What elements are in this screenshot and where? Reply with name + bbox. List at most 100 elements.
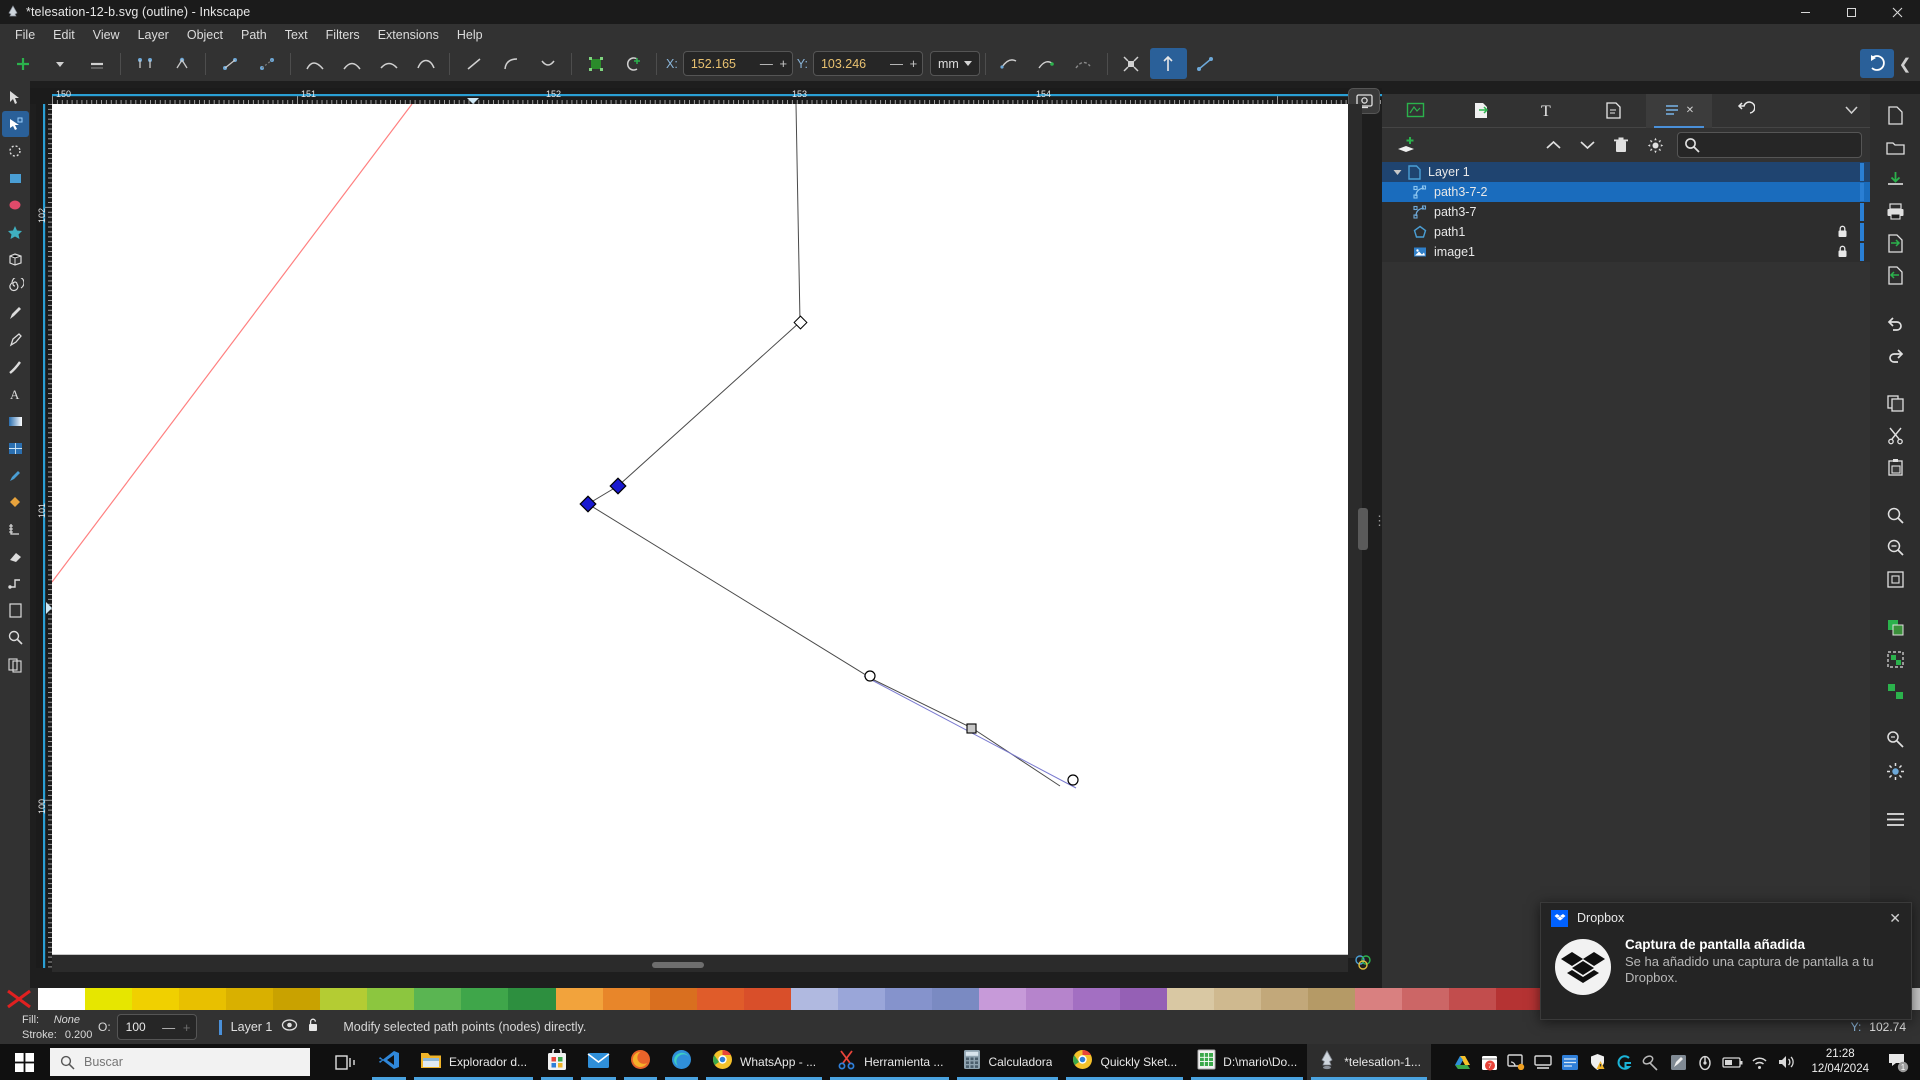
canvas-area[interactable]: [52, 104, 1348, 968]
palette-swatch[interactable]: [790, 988, 838, 1010]
delete-node-button[interactable]: [78, 48, 115, 79]
palette-swatch[interactable]: [273, 988, 321, 1010]
dock-overflow-chevron-icon[interactable]: [1778, 106, 1870, 115]
start-button[interactable]: [0, 1044, 48, 1080]
calendar-icon[interactable]: 7: [1477, 1044, 1501, 1080]
tab-text[interactable]: T: [1514, 94, 1580, 128]
lock-icon[interactable]: [1837, 245, 1848, 263]
menu-text[interactable]: Text: [276, 25, 317, 45]
palette-swatch[interactable]: [1308, 988, 1356, 1010]
tab-export[interactable]: [1448, 94, 1514, 128]
palette-swatch[interactable]: [1261, 988, 1309, 1010]
calligraphy-tool[interactable]: [2, 354, 29, 380]
tab-undo-history[interactable]: [1712, 94, 1778, 128]
menu-edit[interactable]: Edit: [44, 25, 84, 45]
display-icon[interactable]: [1531, 1044, 1555, 1080]
opacity-input[interactable]: [117, 1020, 160, 1034]
volume-icon[interactable]: [1774, 1044, 1798, 1080]
palette-swatch[interactable]: [1167, 988, 1215, 1010]
palette-swatch[interactable]: [38, 988, 86, 1010]
hscroll-thumb[interactable]: [652, 962, 704, 968]
notification-center-button[interactable]: 1: [1882, 1044, 1914, 1080]
opacity-spinbox[interactable]: — +: [116, 1014, 197, 1040]
close-button[interactable]: [1874, 0, 1920, 24]
delete-button[interactable]: [1605, 131, 1637, 159]
taskbar-search-input[interactable]: [84, 1055, 300, 1069]
gear-icon[interactable]: [1639, 131, 1671, 159]
palette-swatch[interactable]: [1214, 988, 1262, 1010]
tab-xml-editor[interactable]: [1580, 94, 1646, 128]
lock-icon[interactable]: [1837, 225, 1848, 243]
taskbar-app-edge[interactable]: [661, 1044, 702, 1080]
vertical-ruler[interactable]: 102 101 100: [36, 104, 52, 968]
show-path-outline-button[interactable]: [614, 48, 651, 79]
node-type-symmetric-button[interactable]: [370, 48, 407, 79]
palette-swatch[interactable]: [226, 988, 274, 1010]
save-document-icon[interactable]: [1878, 164, 1912, 194]
chevron-down-icon[interactable]: [1390, 169, 1404, 176]
task-view-button[interactable]: [324, 1044, 368, 1080]
menu-path[interactable]: Path: [232, 25, 276, 45]
collapse-toolbar-icon[interactable]: ❮: [1894, 49, 1916, 78]
palette-swatch[interactable]: [367, 988, 415, 1010]
measure-tool[interactable]: [2, 516, 29, 542]
hamburger-menu-icon[interactable]: [1878, 804, 1912, 834]
y-spinbox[interactable]: — +: [812, 51, 923, 76]
taskbar-search-box[interactable]: [50, 1048, 310, 1076]
palette-swatch[interactable]: [649, 988, 697, 1010]
palette-swatch[interactable]: [602, 988, 650, 1010]
mouse-settings-icon[interactable]: [1693, 1044, 1717, 1080]
object-row-path1[interactable]: path1: [1382, 222, 1870, 242]
palette-swatch[interactable]: [85, 988, 133, 1010]
cms-toggle-button[interactable]: [1348, 948, 1378, 976]
snap-toggle-button[interactable]: [1860, 49, 1894, 78]
text-tool[interactable]: A: [2, 381, 29, 407]
x-input[interactable]: [683, 56, 758, 71]
palette-swatch[interactable]: [1120, 988, 1168, 1010]
add-layer-button[interactable]: [1390, 131, 1422, 159]
units-dropdown[interactable]: mm: [929, 51, 980, 76]
palette-none-swatch[interactable]: [0, 988, 38, 1010]
palette-swatch[interactable]: [978, 988, 1026, 1010]
menu-extensions[interactable]: Extensions: [369, 25, 448, 45]
redo-icon[interactable]: [1878, 340, 1912, 370]
google-drive-icon[interactable]: [1450, 1044, 1474, 1080]
objects-list[interactable]: Layer 1 path3-7-2 path3-7 path1 image1: [1382, 162, 1870, 262]
layer-lock-toggle[interactable]: [307, 1017, 321, 1037]
palette-swatch[interactable]: [508, 988, 556, 1010]
taskbar-app-mail[interactable]: [577, 1044, 620, 1080]
zoom-page-icon[interactable]: [1878, 564, 1912, 594]
ungroup-icon[interactable]: [1878, 676, 1912, 706]
duplicate-icon[interactable]: [1878, 612, 1912, 642]
object-row-image1[interactable]: image1: [1382, 242, 1870, 262]
insert-node-options-button[interactable]: [41, 48, 78, 79]
palette-swatch[interactable]: [132, 988, 180, 1010]
3dbox-tool[interactable]: [2, 246, 29, 272]
group-icon[interactable]: [1878, 644, 1912, 674]
satellite-icon[interactable]: [1639, 1044, 1663, 1080]
stroke-line[interactable]: Stroke: 0.200: [22, 1027, 92, 1042]
selector-tool[interactable]: [2, 84, 29, 110]
taskbar-app-explorer[interactable]: Explorador d...: [410, 1044, 537, 1080]
object-to-path-button[interactable]: [577, 48, 614, 79]
move-down-button[interactable]: [1571, 131, 1603, 159]
palette-swatch[interactable]: [931, 988, 979, 1010]
taskbar-app-libreoffice[interactable]: D:\mario\Do...: [1187, 1044, 1307, 1080]
taskbar-app-inkscape[interactable]: *telesation-1...: [1307, 1044, 1431, 1080]
palette-swatch[interactable]: [1073, 988, 1121, 1010]
pages-tool[interactable]: [2, 651, 29, 677]
objects-search-input[interactable]: [1700, 138, 1855, 152]
menu-filters[interactable]: Filters: [317, 25, 369, 45]
fill-line[interactable]: Fill: None: [22, 1012, 80, 1027]
node-tool[interactable]: [1, 111, 29, 137]
spiral-tool[interactable]: [2, 273, 29, 299]
maximize-button[interactable]: [1828, 0, 1874, 24]
export-icon[interactable]: [1878, 260, 1912, 290]
close-icon[interactable]: ✕: [1889, 910, 1901, 927]
opacity-increment-button[interactable]: +: [178, 1020, 196, 1035]
x-increment-button[interactable]: +: [775, 52, 792, 75]
network-tool-icon[interactable]: [1558, 1044, 1582, 1080]
new-document-icon[interactable]: [1878, 100, 1912, 130]
object-row-path3-7-2[interactable]: path3-7-2: [1382, 182, 1870, 202]
taskbar-app-firefox[interactable]: [620, 1044, 661, 1080]
